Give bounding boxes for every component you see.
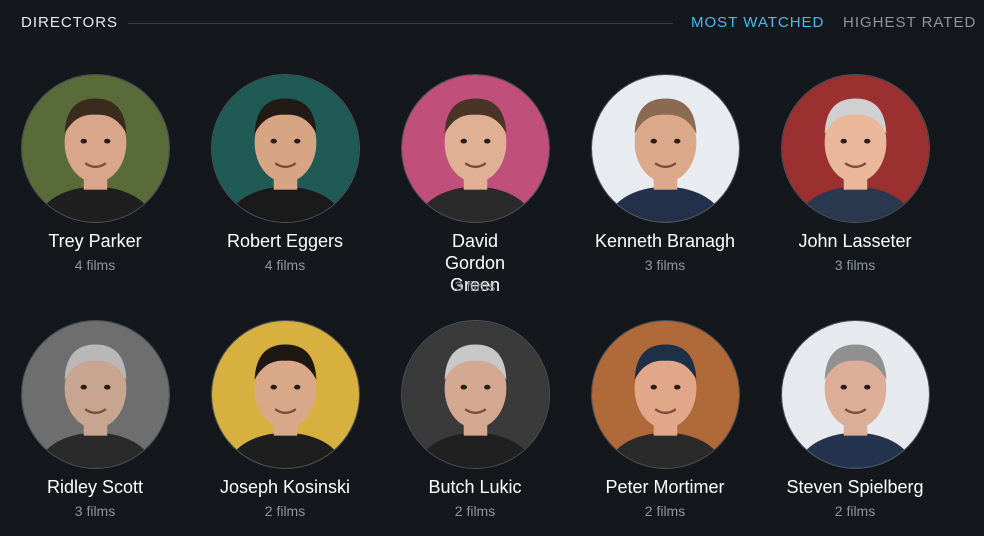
director-name[interactable]: Joseph Kosinski: [190, 476, 380, 498]
director-portrait[interactable]: [401, 320, 550, 469]
director-card[interactable]: Steven Spielberg 2 films: [760, 320, 950, 536]
section-title: DIRECTORS: [21, 14, 119, 31]
director-name[interactable]: Peter Mortimer: [570, 476, 760, 498]
director-card[interactable]: Joseph Kosinski 2 films: [190, 320, 380, 536]
portrait-image: [212, 321, 359, 468]
director-name[interactable]: Trey Parker: [0, 230, 190, 252]
film-count: 3 films: [834, 257, 876, 273]
director-card[interactable]: Butch Lukic 2 films: [380, 320, 570, 536]
portrait-image: [22, 75, 169, 222]
director-portrait[interactable]: [211, 320, 360, 469]
director-name[interactable]: Robert Eggers: [190, 230, 380, 252]
portrait-image: [22, 321, 169, 468]
film-count: 2 films: [454, 503, 496, 519]
film-count: 3 films: [644, 257, 686, 273]
portrait-image: [592, 75, 739, 222]
director-portrait[interactable]: [211, 74, 360, 223]
portrait-image: [212, 75, 359, 222]
director-card[interactable]: David Gordon Green 3 films: [380, 74, 570, 304]
film-count: 2 films: [834, 503, 876, 519]
director-card[interactable]: Robert Eggers 4 films: [190, 74, 380, 304]
film-count: 4 films: [264, 257, 306, 273]
director-portrait[interactable]: [21, 320, 170, 469]
director-name[interactable]: John Lasseter: [760, 230, 950, 252]
portrait-image: [592, 321, 739, 468]
director-portrait[interactable]: [591, 74, 740, 223]
director-name[interactable]: Kenneth Branagh: [570, 230, 760, 252]
director-portrait[interactable]: [781, 74, 930, 223]
director-card[interactable]: Ridley Scott 3 films: [0, 320, 190, 536]
director-card[interactable]: Kenneth Branagh 3 films: [570, 74, 760, 304]
tab-highest-rated[interactable]: HIGHEST RATED: [843, 14, 976, 31]
director-name[interactable]: Ridley Scott: [0, 476, 190, 498]
section-header: DIRECTORS MOST WATCHED HIGHEST RATED: [0, 0, 984, 46]
director-card[interactable]: John Lasseter 3 films: [760, 74, 950, 304]
director-portrait[interactable]: [401, 74, 550, 223]
portrait-image: [782, 75, 929, 222]
director-card[interactable]: Peter Mortimer 2 films: [570, 320, 760, 536]
film-count: 2 films: [644, 503, 686, 519]
portrait-image: [402, 75, 549, 222]
director-portrait[interactable]: [591, 320, 740, 469]
director-card[interactable]: Trey Parker 4 films: [0, 74, 190, 304]
film-count: 3 films: [454, 278, 496, 294]
director-name[interactable]: Butch Lukic: [380, 476, 570, 498]
portrait-image: [782, 321, 929, 468]
director-portrait[interactable]: [781, 320, 930, 469]
film-count: 2 films: [264, 503, 306, 519]
tab-most-watched[interactable]: MOST WATCHED: [691, 14, 824, 31]
director-portrait[interactable]: [21, 74, 170, 223]
film-count: 4 films: [74, 257, 116, 273]
header-divider: [128, 23, 673, 24]
portrait-image: [402, 321, 549, 468]
director-name[interactable]: Steven Spielberg: [760, 476, 950, 498]
film-count: 3 films: [74, 503, 116, 519]
